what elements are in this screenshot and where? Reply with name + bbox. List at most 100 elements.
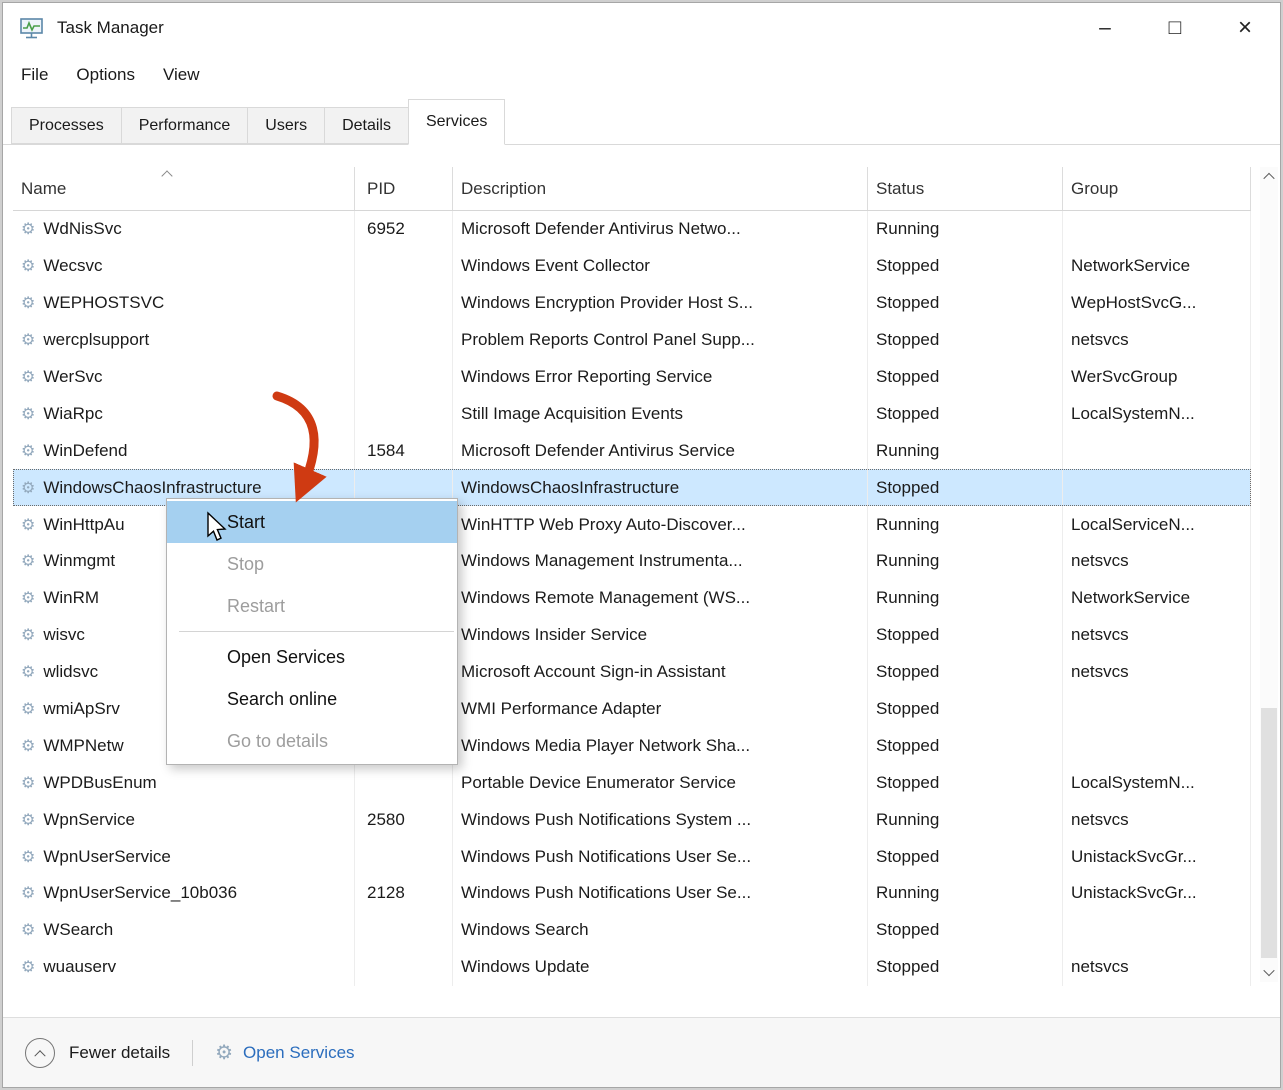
context-menu: Start Stop Restart Open Services Search …: [166, 498, 458, 765]
Wecsvc[interactable]: Wecsvc Windows Event Collector Stopped N…: [13, 248, 1251, 285]
scroll-down-button[interactable]: [1260, 962, 1278, 982]
WdNisSvc[interactable]: WdNisSvc 6952 Microsoft Defender Antivir…: [13, 211, 1251, 248]
service-description: Still Image Acquisition Events: [461, 404, 683, 424]
service-group: LocalSystemN...: [1071, 773, 1195, 793]
service-description: Windows Search: [461, 920, 589, 940]
service-pid: 2580: [367, 810, 405, 830]
column-header-description[interactable]: Description: [453, 167, 868, 210]
service-name: WpnUserService: [43, 847, 171, 867]
tabstrip: Processes Performance Users Details Serv…: [3, 97, 1280, 145]
service-name: WinHttpAu: [43, 515, 124, 535]
menu-file[interactable]: File: [7, 65, 62, 85]
service-name: wlidsvc: [43, 662, 98, 682]
service-status: Stopped: [876, 957, 939, 977]
column-header-pid[interactable]: PID: [355, 167, 453, 210]
tab-details[interactable]: Details: [324, 107, 409, 144]
service-name: WMPNetw: [43, 736, 123, 756]
service-status: Running: [876, 883, 939, 903]
service-group: WerSvcGroup: [1071, 367, 1177, 387]
menu-options[interactable]: Options: [62, 65, 149, 85]
service-status: Stopped: [876, 404, 939, 424]
menu-item-go-to-details[interactable]: Go to details: [167, 720, 457, 762]
WerSvc[interactable]: WerSvc Windows Error Reporting Service S…: [13, 359, 1251, 396]
service-status: Running: [876, 441, 939, 461]
service-gear-icon: [21, 920, 43, 940]
tab-processes[interactable]: Processes: [11, 107, 122, 144]
column-header-status[interactable]: Status: [868, 167, 1063, 210]
menu-item-search-online[interactable]: Search online: [167, 678, 457, 720]
tab-performance[interactable]: Performance: [121, 107, 249, 144]
service-pid: 2128: [367, 883, 405, 903]
menubar: File Options View: [3, 53, 1280, 97]
service-name: wmiApSrv: [43, 699, 120, 719]
WEPHOSTSVC[interactable]: WEPHOSTSVC Windows Encryption Provider H…: [13, 285, 1251, 322]
service-status: Stopped: [876, 478, 939, 498]
WpnUserService[interactable]: WpnUserService Windows Push Notification…: [13, 838, 1251, 875]
table-header: Name PID Description Status Group: [13, 167, 1251, 211]
service-gear-icon: [21, 256, 43, 276]
WinDefend[interactable]: WinDefend 1584 Microsoft Defender Antivi…: [13, 432, 1251, 469]
WpnUserService_10b036[interactable]: WpnUserService_10b036 2128 Windows Push …: [13, 875, 1251, 912]
service-gear-icon: [21, 847, 43, 867]
column-header-group[interactable]: Group: [1063, 167, 1251, 210]
service-description: Portable Device Enumerator Service: [461, 773, 736, 793]
service-group: LocalSystemN...: [1071, 404, 1195, 424]
WPDBusEnum[interactable]: WPDBusEnum Portable Device Enumerator Se…: [13, 764, 1251, 801]
service-status: Stopped: [876, 256, 939, 276]
WSearch[interactable]: WSearch Windows Search Stopped: [13, 912, 1251, 949]
vertical-scrollbar[interactable]: [1260, 167, 1278, 982]
service-group: UnistackSvcGr...: [1071, 847, 1197, 867]
wercplsupport[interactable]: wercplsupport Problem Reports Control Pa…: [13, 322, 1251, 359]
tab-users[interactable]: Users: [247, 107, 325, 144]
service-gear-icon: [21, 478, 43, 498]
service-name: WdNisSvc: [43, 219, 121, 239]
open-services-link[interactable]: Open Services: [243, 1043, 355, 1063]
menu-view[interactable]: View: [149, 65, 214, 85]
fewer-details-label[interactable]: Fewer details: [69, 1043, 170, 1063]
service-description: Windows Remote Management (WS...: [461, 588, 750, 608]
service-name: wisvc: [43, 625, 85, 645]
service-gear-icon: [21, 662, 43, 682]
WiaRpc[interactable]: WiaRpc Still Image Acquisition Events St…: [13, 395, 1251, 432]
service-group: NetworkService: [1071, 588, 1190, 608]
service-name: wuauserv: [43, 957, 116, 977]
service-description: Windows Push Notifications User Se...: [461, 883, 751, 903]
service-group: netsvcs: [1071, 810, 1129, 830]
service-gear-icon: [21, 625, 43, 645]
service-group: LocalServiceN...: [1071, 515, 1195, 535]
menu-item-open-services[interactable]: Open Services: [167, 636, 457, 678]
service-group: netsvcs: [1071, 662, 1129, 682]
footer-bar: Fewer details Open Services: [3, 1017, 1280, 1087]
scroll-up-button[interactable]: [1260, 167, 1278, 187]
fewer-details-button[interactable]: [25, 1038, 55, 1068]
close-button[interactable]: ×: [1210, 3, 1280, 53]
service-status: Stopped: [876, 330, 939, 350]
service-group: netsvcs: [1071, 625, 1129, 645]
service-gear-icon: [21, 515, 43, 535]
wuauserv[interactable]: wuauserv Windows Update Stopped netsvcs: [13, 949, 1251, 986]
service-gear-icon: [21, 367, 43, 387]
task-manager-window: Task Manager – □ × File Options View Pro…: [2, 2, 1281, 1088]
service-status: Running: [876, 588, 939, 608]
service-status: Stopped: [876, 625, 939, 645]
service-status: Stopped: [876, 773, 939, 793]
menu-item-stop[interactable]: Stop: [167, 543, 457, 585]
service-group: netsvcs: [1071, 551, 1129, 571]
column-header-name[interactable]: Name: [13, 167, 355, 210]
scrollbar-thumb[interactable]: [1261, 708, 1277, 958]
minimize-button[interactable]: –: [1070, 3, 1140, 53]
menu-item-start[interactable]: Start: [167, 501, 457, 543]
chevron-down-icon: [1263, 965, 1274, 976]
service-name: wercplsupport: [43, 330, 149, 350]
service-gear-icon: [21, 551, 43, 571]
service-name: WindowsChaosInfrastructure: [43, 478, 261, 498]
service-gear-icon: [21, 810, 43, 830]
WpnService[interactable]: WpnService 2580 Windows Push Notificatio…: [13, 801, 1251, 838]
service-status: Running: [876, 219, 939, 239]
maximize-button[interactable]: □: [1140, 3, 1210, 53]
service-name: Winmgmt: [43, 551, 115, 571]
menu-item-restart[interactable]: Restart: [167, 585, 457, 627]
tab-services[interactable]: Services: [408, 99, 505, 145]
service-pid: 6952: [367, 219, 405, 239]
service-description: Windows Event Collector: [461, 256, 650, 276]
